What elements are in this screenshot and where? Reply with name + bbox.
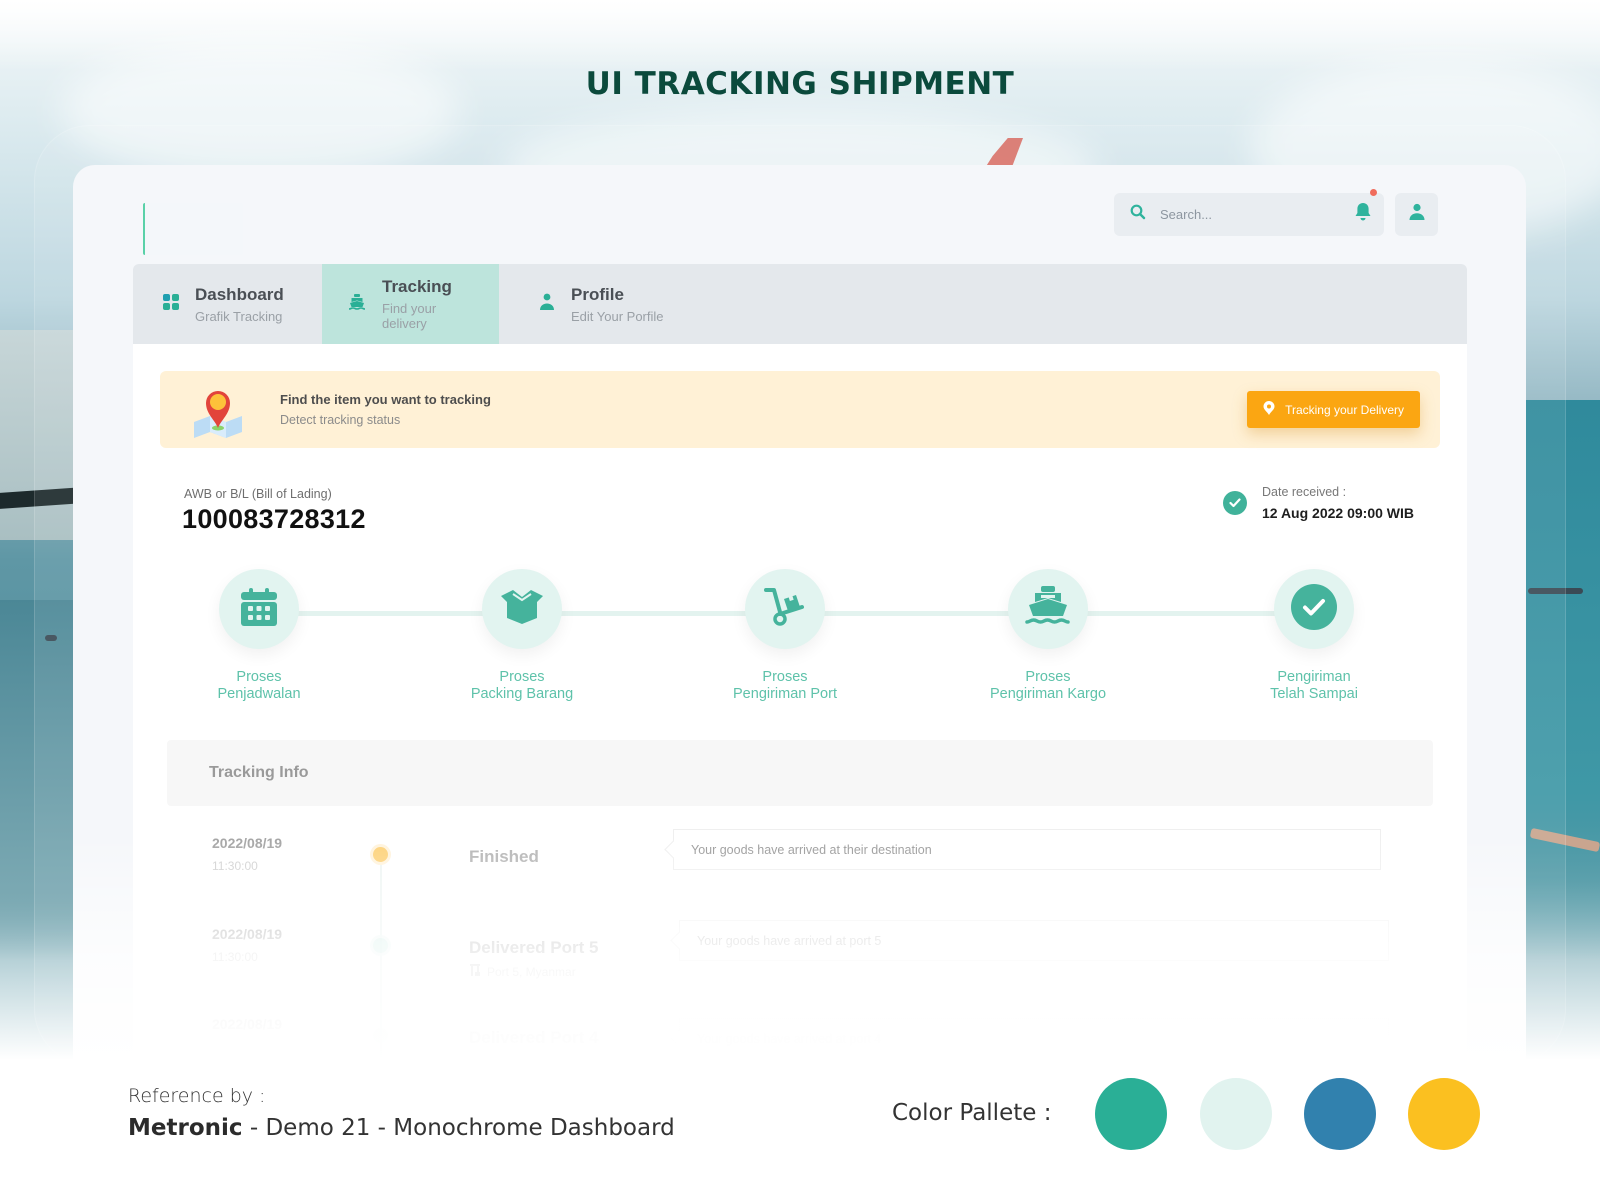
event-title: Finished	[469, 847, 539, 866]
reference-label: Reference by :	[128, 1085, 266, 1107]
banner-title: Find the item you want to tracking	[280, 392, 491, 407]
tracking-info-title: Tracking Info	[209, 764, 309, 781]
user-icon	[1408, 203, 1426, 226]
step-label-line2: Telah Sampai	[1270, 686, 1358, 702]
event-date: 2022/08/19	[212, 926, 283, 942]
step-label-line2: Pengiriman Port	[733, 686, 837, 702]
step-label-line1: Pengiriman	[1277, 669, 1351, 685]
awb-label: AWB or B/L (Bill of Lading)	[184, 487, 332, 501]
step-circle	[745, 569, 825, 649]
banner-subtitle: Detect tracking status	[280, 413, 401, 427]
event-date: 2022/08/19	[212, 835, 283, 851]
notification-badge	[1370, 189, 1377, 196]
status-dot	[373, 847, 388, 862]
tracking-banner: Find the item you want to tracking Detec…	[160, 371, 1440, 448]
tab-profile[interactable]: Profile Edit Your Porfile	[499, 264, 719, 344]
tab-sublabel: Find your delivery	[382, 301, 437, 331]
notifications-button[interactable]	[1341, 189, 1384, 236]
event-date: 2022/08/19	[212, 1016, 283, 1032]
status-dot	[373, 1028, 388, 1043]
page-title: UI TRACKING SHIPMENT	[585, 66, 1015, 102]
button-label: Tracking your Delivery	[1285, 402, 1404, 417]
user-icon	[539, 293, 555, 316]
calendar-icon	[241, 587, 277, 631]
logo[interactable]	[143, 203, 243, 255]
step-circle	[1274, 569, 1354, 649]
reference-brand: Metronic	[128, 1115, 243, 1141]
step-label-line1: Proses	[236, 669, 282, 685]
step-circle	[1008, 569, 1088, 649]
date-received-value: 12 Aug 2022 09:00 WIB	[1262, 505, 1414, 521]
event-location-text: Port 5, Myanmar	[487, 964, 576, 979]
step-label-line2: Packing Barang	[470, 686, 574, 702]
event-title: Delivered Port 5	[469, 938, 599, 957]
check-circle-icon	[1291, 583, 1337, 635]
map-pin-icon	[190, 380, 246, 440]
event-message: Your goods have arrived at port 4	[679, 1018, 1389, 1059]
port-crane-icon	[469, 964, 481, 979]
tab-sublabel: Edit Your Porfile	[571, 308, 664, 324]
event-time: 11:30:00	[212, 950, 258, 964]
step-circle	[482, 569, 562, 649]
timeline-event: 2022/08/19 Delivered Port 4 Your goods h…	[133, 1016, 1467, 1065]
step-cargo-shipping[interactable]: Proses Pengiriman Kargo	[948, 569, 1148, 703]
date-received-label: Date received :	[1262, 485, 1347, 499]
tab-label: Profile	[571, 284, 624, 304]
search-box[interactable]	[1114, 193, 1354, 236]
step-label-line1: Proses	[762, 669, 808, 685]
date-received: Date received : 12 Aug 2022 09:00 WIB	[1223, 485, 1414, 521]
tracking-panel: Find the item you want to tracking Detec…	[133, 344, 1467, 1065]
user-menu-button[interactable]	[1395, 193, 1438, 236]
progress-stepper: Proses Penjadwalan Proses Packing Barang P…	[133, 569, 1467, 709]
tracking-info-header: Tracking Info	[167, 740, 1433, 806]
step-port-shipping[interactable]: Proses Pengiriman Port	[685, 569, 885, 703]
timeline-event: 2022/08/19 11:30:00 Delivered Port 5 Por…	[133, 920, 1467, 1006]
event-title: Delivered Port 4	[469, 1028, 599, 1047]
tab-dashboard[interactable]: Dashboard Grafik Tracking	[133, 264, 322, 344]
step-delivered[interactable]: Pengiriman Telah Sampai	[1214, 569, 1414, 703]
step-label-line2: Pengiriman Kargo	[989, 686, 1107, 702]
step-label-line1: Proses	[1025, 669, 1071, 685]
event-time: 11:30:00	[212, 859, 258, 873]
tab-label: Dashboard	[195, 284, 284, 304]
check-circle-icon	[1223, 491, 1247, 515]
tab-tracking[interactable]: Tracking Find your delivery	[322, 264, 499, 344]
step-scheduling[interactable]: Proses Penjadwalan	[159, 569, 359, 703]
box-icon	[501, 589, 543, 629]
bell-icon	[1354, 202, 1372, 227]
app-window: Dashboard Grafik Tracking Tracking Find …	[73, 165, 1526, 1065]
step-packing[interactable]: Proses Packing Barang	[422, 569, 622, 703]
hand-truck-icon	[764, 587, 806, 632]
palette-swatch-light	[1200, 1078, 1272, 1150]
status-dot	[373, 938, 388, 953]
search-input[interactable]	[1160, 207, 1330, 222]
tracking-delivery-button[interactable]: Tracking your Delivery	[1247, 391, 1420, 428]
step-label-line1: Proses	[499, 669, 545, 685]
tab-sublabel: Grafik Tracking	[195, 308, 283, 324]
palette-swatch-primary	[1095, 1078, 1167, 1150]
event-message: Your goods have arrived at their destina…	[673, 829, 1381, 870]
step-circle	[219, 569, 299, 649]
palette-swatch-blue	[1304, 1078, 1376, 1150]
search-icon	[1130, 204, 1146, 225]
event-location: Port 5, Myanmar	[469, 964, 576, 979]
reference-detail: - Demo 21 - Monochrome Dashboard	[242, 1115, 675, 1141]
timeline-event: 2022/08/19 11:30:00 Finished Your goods …	[133, 829, 1467, 915]
palette-label: Color Pallete :	[892, 1100, 1052, 1126]
ship-icon	[1025, 585, 1071, 633]
palette-swatch-yellow	[1408, 1078, 1480, 1150]
awb-number: 100083728312	[182, 504, 366, 534]
reference-value: Metronic - Demo 21 - Monochrome Dashboar…	[128, 1115, 675, 1141]
main-nav: Dashboard Grafik Tracking Tracking Find …	[133, 264, 1467, 344]
location-pin-icon	[1263, 401, 1275, 418]
ship-icon	[348, 293, 366, 316]
grid-icon	[163, 293, 179, 315]
step-label-line2: Penjadwalan	[217, 686, 301, 702]
event-message: Your goods have arrived at port 5	[679, 920, 1389, 961]
tab-label: Tracking	[382, 277, 452, 296]
